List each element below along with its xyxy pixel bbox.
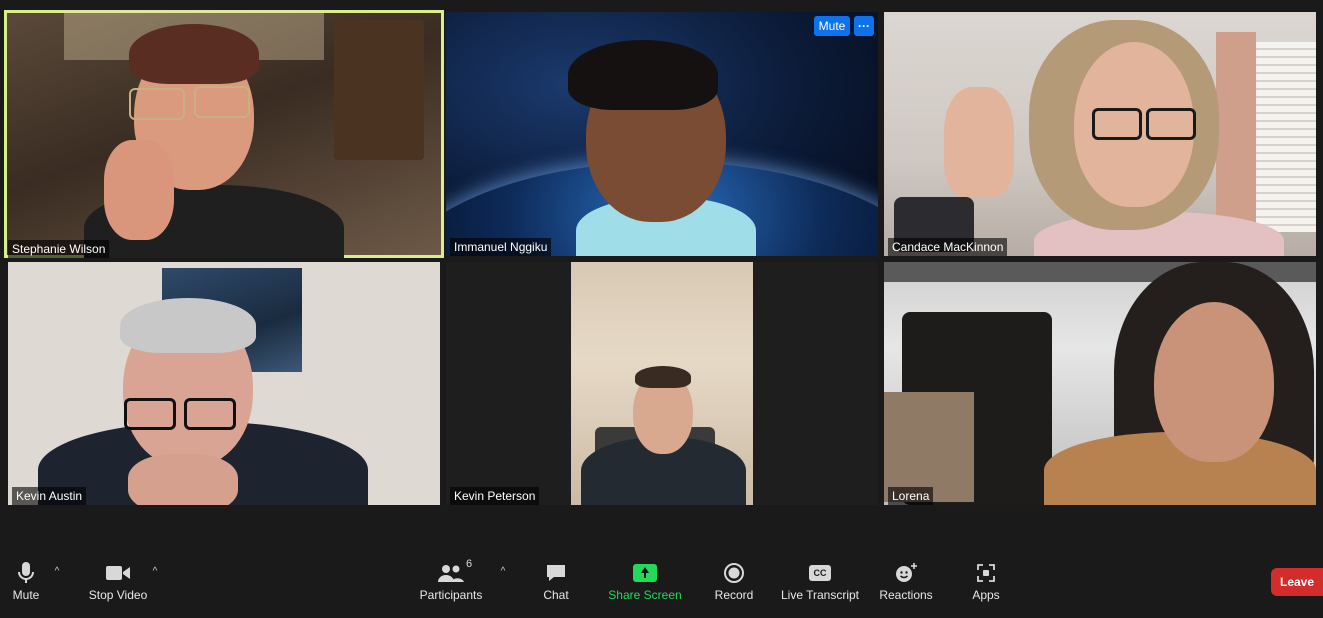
apps-button[interactable]: Apps [966,560,1006,602]
glasses [124,398,176,430]
participants-label: Participants [419,588,483,602]
record-label: Record [714,588,754,602]
participant-name-label: Kevin Peterson [450,487,540,505]
participant-name-label: Candace MacKinnon [888,238,1008,256]
tile-mute-button[interactable]: Mute [814,16,850,36]
background-cabinets [334,20,424,160]
video-tile-kevin-peterson[interactable]: Kevin Peterson [446,262,878,505]
microphone-icon [18,562,34,583]
record-button[interactable]: Record [712,560,756,602]
apps-label: Apps [972,588,1000,602]
live-transcript-label: Live Transcript [780,588,860,602]
mute-button[interactable]: Mute [6,560,46,602]
participant-hair [120,298,256,353]
glasses [1146,108,1196,140]
glasses [194,86,250,118]
desk-items [884,392,974,502]
hand [104,140,174,240]
cc-icon: CC [809,565,831,581]
participant-name-label: Stephanie Wilson [8,240,110,258]
participant-name-label: Immanuel Nggiku [450,238,552,256]
video-camera-icon [106,566,130,580]
live-transcript-button[interactable]: CC Live Transcript [778,560,862,602]
audio-options-chevron-icon[interactable]: ^ [50,566,64,580]
share-screen-label: Share Screen [608,588,682,602]
chat-label: Chat [543,588,569,602]
participant-name-label: Lorena [888,487,934,505]
leave-button[interactable]: Leave [1271,568,1323,596]
apps-icon [977,564,995,582]
participant-head [1154,302,1274,462]
meeting-toolbar: Mute ^ Stop Video ^ 6 Participants ^ Cha… [0,544,1323,618]
tile-more-options-button[interactable]: ··· [854,16,874,36]
participant-name-label: Kevin Austin [12,487,87,505]
chat-bubble-icon [547,565,565,581]
video-tile-lorena[interactable]: Lorena [884,262,1316,505]
reactions-label: Reactions [879,588,933,602]
participants-options-chevron-icon[interactable]: ^ [496,566,510,580]
participant-hair [129,24,259,84]
video-tile-stephanie-wilson[interactable]: Stephanie Wilson [4,10,444,258]
video-tile-immanuel-nggiku[interactable]: Mute ··· Immanuel Nggiku [446,12,878,256]
record-icon [724,563,744,583]
video-options-chevron-icon[interactable]: ^ [148,566,162,580]
chat-button[interactable]: Chat [538,560,574,602]
share-screen-icon [633,564,657,582]
participant-hair [568,40,718,110]
video-feed-portrait [571,262,753,505]
participant-hair [635,366,691,388]
raised-fist [944,87,1014,197]
stop-video-button[interactable]: Stop Video [86,560,150,602]
hands [128,454,238,505]
smiley-plus-icon [896,563,917,582]
participants-icon [438,565,464,582]
mute-label: Mute [12,588,40,602]
participants-button[interactable]: 6 Participants [418,558,484,602]
glasses [184,398,236,430]
video-tile-kevin-austin[interactable]: Kevin Austin [8,262,440,505]
glasses [129,88,185,120]
video-grid: Stephanie Wilson Mute ··· Immanuel Nggik… [0,0,1323,540]
window-blinds [1256,42,1316,232]
reactions-button[interactable]: Reactions [876,560,936,602]
stop-video-label: Stop Video [88,588,148,602]
participant-count-badge: 6 [466,558,473,570]
video-tile-candace-mackinnon[interactable]: Candace MacKinnon [884,12,1316,256]
share-screen-button[interactable]: Share Screen [606,560,684,602]
glasses [1092,108,1142,140]
